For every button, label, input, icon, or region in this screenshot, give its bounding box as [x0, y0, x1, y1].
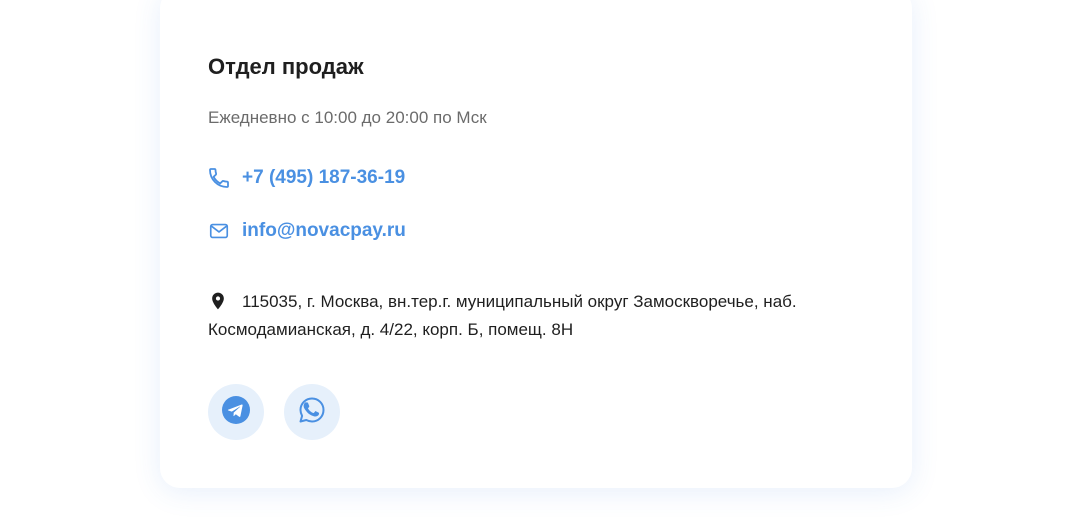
phone-icon	[206, 165, 232, 191]
working-hours: Ежедневно с 10:00 до 20:00 по Мск	[208, 108, 487, 127]
whatsapp-button[interactable]	[284, 384, 340, 440]
card-title: Отдел продаж	[208, 54, 364, 79]
email-link[interactable]: info@novacpay.ru	[206, 218, 406, 244]
mail-icon	[206, 218, 232, 244]
location-pin-icon	[208, 290, 228, 312]
address-block: 115035, г. Москва, вн.тер.г. муниципальн…	[208, 288, 888, 344]
whatsapp-icon	[297, 395, 327, 430]
email-address: info@novacpay.ru	[242, 220, 406, 241]
phone-number: +7 (495) 187-36-19	[242, 167, 406, 188]
sales-contact-card: Отдел продаж Ежедневно с 10:00 до 20:00 …	[160, 0, 912, 488]
social-links	[208, 384, 340, 440]
telegram-button[interactable]	[208, 384, 264, 440]
phone-link[interactable]: +7 (495) 187-36-19	[206, 165, 405, 191]
address-text: 115035, г. Москва, вн.тер.г. муниципальн…	[208, 292, 797, 339]
telegram-icon	[222, 395, 250, 429]
